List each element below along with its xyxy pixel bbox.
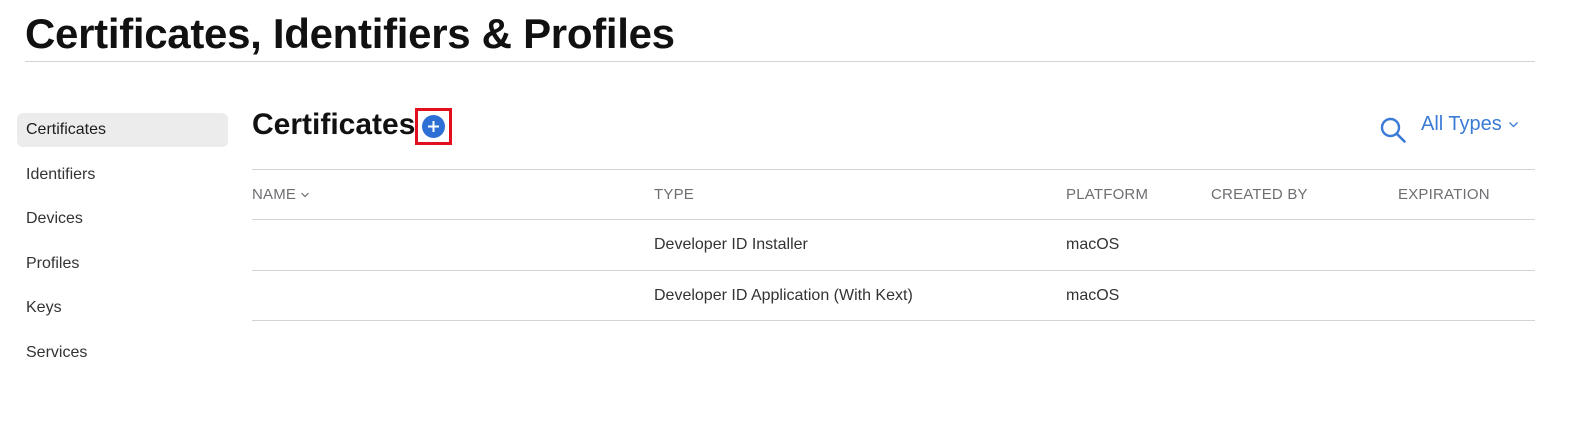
cell-type: Developer ID Installer bbox=[654, 236, 808, 253]
sidebar-item-services[interactable]: Services bbox=[17, 336, 228, 370]
table-bottom-divider bbox=[252, 320, 1535, 321]
cell-type: Developer ID Application (With Kext) bbox=[654, 287, 913, 304]
sidebar-item-label: Devices bbox=[26, 210, 83, 227]
title-divider bbox=[25, 61, 1535, 62]
column-header-created-by: CREATED BY bbox=[1211, 186, 1308, 203]
table-row[interactable]: Developer ID Installer macOS bbox=[252, 219, 1535, 269]
section-title: Certificates bbox=[252, 108, 416, 141]
cell-platform: macOS bbox=[1066, 236, 1120, 253]
sidebar-item-profiles[interactable]: Profiles bbox=[17, 247, 228, 281]
type-filter-dropdown[interactable]: All Types bbox=[1421, 113, 1519, 136]
column-header-expiration: EXPIRATION bbox=[1398, 186, 1490, 203]
sidebar-item-label: Services bbox=[26, 343, 88, 361]
sidebar-item-devices[interactable]: Devices bbox=[17, 202, 228, 236]
type-filter-label: All Types bbox=[1421, 113, 1502, 135]
table-row[interactable]: Developer ID Application (With Kext) mac… bbox=[252, 270, 1535, 320]
sidebar-item-keys[interactable]: Keys bbox=[17, 291, 228, 325]
sidebar-item-identifiers[interactable]: Identifiers bbox=[17, 158, 228, 192]
column-header-platform: PLATFORM bbox=[1066, 186, 1149, 203]
search-icon[interactable] bbox=[1379, 116, 1407, 144]
sidebar-item-label: Keys bbox=[26, 299, 62, 316]
sidebar-item-label: Identifiers bbox=[26, 165, 96, 183]
table-top-divider bbox=[252, 169, 1535, 170]
column-header-type: TYPE bbox=[654, 186, 694, 203]
chevron-down-icon bbox=[1508, 122, 1518, 128]
add-certificate-button[interactable] bbox=[415, 108, 452, 145]
cell-platform: macOS bbox=[1066, 287, 1120, 304]
page-title: Certificates, Identifiers & Profiles bbox=[25, 10, 675, 57]
sidebar-item-label: Certificates bbox=[26, 121, 107, 138]
plus-circle-icon bbox=[422, 115, 445, 138]
sidebar-item-label: Profiles bbox=[26, 254, 80, 272]
chevron-down-icon bbox=[301, 192, 310, 197]
sidebar: Certificates Identifiers Devices Profile… bbox=[17, 113, 228, 380]
sidebar-item-certificates[interactable]: Certificates bbox=[17, 113, 228, 147]
column-header-name[interactable]: NAME bbox=[252, 186, 310, 203]
column-header-label: NAME bbox=[252, 186, 297, 203]
